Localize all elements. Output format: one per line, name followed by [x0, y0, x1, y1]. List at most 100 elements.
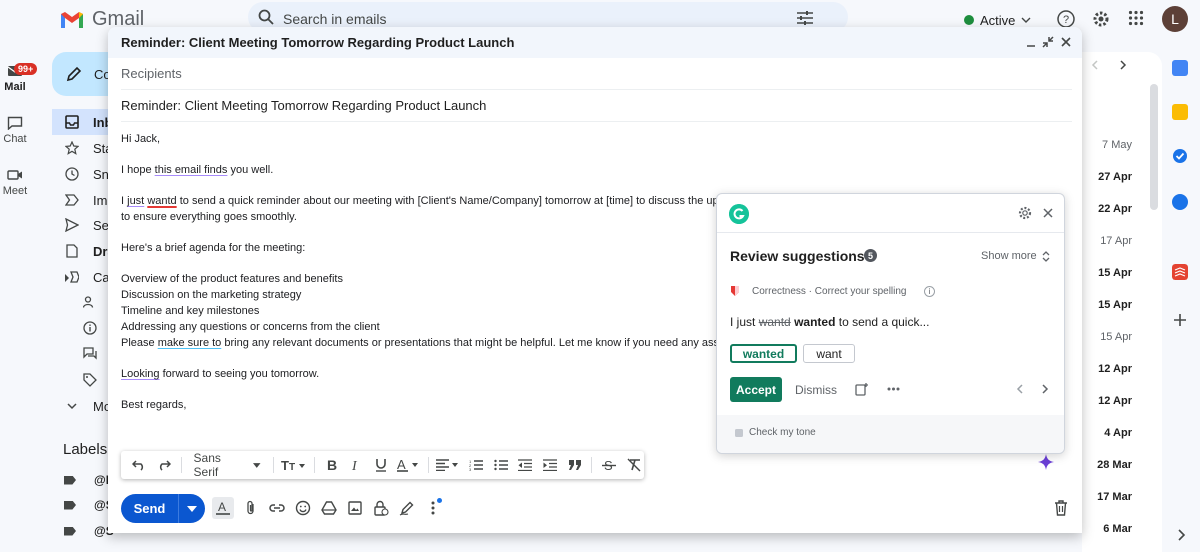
- mail-date: 6 Mar: [1103, 523, 1132, 535]
- grammarly-logo-icon: [729, 204, 749, 224]
- label-item[interactable]: @I: [64, 473, 109, 487]
- chevron-right-icon[interactable]: [1176, 529, 1186, 541]
- subject-field[interactable]: Reminder: Client Meeting Tomorrow Regard…: [121, 90, 1072, 122]
- dismiss-button[interactable]: Dismiss: [795, 383, 837, 397]
- message-body[interactable]: Hi Jack, I hope this email finds you wel…: [121, 131, 748, 413]
- search-options-icon[interactable]: [796, 10, 814, 26]
- check-tone-button[interactable]: Check my tone: [734, 427, 816, 438]
- chevron-left-icon[interactable]: [1016, 384, 1024, 394]
- formatting-options-button[interactable]: A: [212, 497, 234, 519]
- show-more-label: Show more: [981, 250, 1037, 262]
- label-important-icon: [65, 194, 79, 206]
- contacts-icon[interactable]: [1172, 194, 1188, 210]
- label-item[interactable]: @S: [64, 498, 114, 512]
- redo-icon: [160, 460, 172, 471]
- text-run: bring any relevant documents or presenta…: [221, 337, 748, 349]
- add-to-dictionary-icon[interactable]: [855, 382, 869, 396]
- insert-photo-button[interactable]: [346, 499, 364, 517]
- rail-item-mail[interactable]: 99+ Mail: [0, 63, 38, 93]
- greeting-line: Hi Jack,: [121, 133, 161, 145]
- label-tag-icon: [64, 526, 76, 536]
- numbered-list-button[interactable]: 123: [465, 454, 486, 476]
- insert-emoji-button[interactable]: [294, 499, 312, 517]
- subject-input[interactable]: Reminder: Client Meeting Tomorrow Regard…: [121, 98, 486, 113]
- rail-item-meet[interactable]: Meet: [0, 168, 30, 197]
- scrollbar[interactable]: [1150, 84, 1158, 210]
- replacement-option-wanted[interactable]: wanted: [730, 344, 797, 363]
- close-icon[interactable]: [1060, 36, 1072, 48]
- trash-icon[interactable]: [1054, 500, 1068, 516]
- replacement-option-want[interactable]: want: [803, 344, 855, 363]
- show-more-button[interactable]: Show more: [981, 250, 1050, 262]
- italic-button[interactable]: I: [346, 454, 367, 476]
- tasks-icon[interactable]: [1172, 148, 1188, 164]
- minimize-icon[interactable]: [1026, 36, 1036, 48]
- search-input[interactable]: Search in emails: [283, 11, 387, 27]
- send-options-button[interactable]: [179, 494, 205, 523]
- indent-increase-icon: [543, 459, 558, 471]
- numbered-list-icon: 123: [469, 459, 483, 471]
- svg-text:A: A: [218, 500, 226, 514]
- calendar-icon[interactable]: [1172, 60, 1188, 76]
- bulleted-list-button[interactable]: [490, 454, 511, 476]
- grammar-suggestion-underline[interactable]: just: [127, 195, 144, 207]
- insert-drive-button[interactable]: [320, 499, 338, 517]
- chevron-right-icon[interactable]: [1118, 60, 1128, 70]
- settings-icon[interactable]: [1092, 10, 1110, 28]
- font-family-select[interactable]: Sans Serif: [188, 451, 267, 479]
- font-size-button[interactable]: TT: [280, 454, 308, 476]
- emoji-icon: [295, 500, 311, 516]
- apps-grid-icon[interactable]: [1128, 10, 1144, 26]
- bold-button[interactable]: B: [321, 454, 342, 476]
- exit-fullscreen-icon[interactable]: [1042, 36, 1054, 48]
- close-icon[interactable]: [1043, 208, 1053, 218]
- insert-signature-button[interactable]: [398, 499, 416, 517]
- remove-formatting-button[interactable]: [623, 454, 644, 476]
- info-icon[interactable]: i: [924, 286, 935, 297]
- mail-date: 27 Apr: [1098, 171, 1132, 183]
- insert-link-button[interactable]: [268, 499, 286, 517]
- agenda-item: Overview of the product features and ben…: [121, 273, 343, 285]
- indent-less-button[interactable]: [515, 454, 536, 476]
- recipients-field[interactable]: Recipients: [121, 58, 1072, 90]
- add-icon[interactable]: [1172, 312, 1188, 328]
- body-line: to ensure everything goes smoothly.: [121, 211, 297, 223]
- spelling-error-underline[interactable]: wantd: [147, 195, 176, 207]
- label-item[interactable]: @S: [64, 524, 114, 538]
- accept-button[interactable]: Accept: [730, 377, 782, 402]
- indent-more-button[interactable]: [540, 454, 561, 476]
- sparkle-icon[interactable]: [1036, 452, 1056, 472]
- more-horiz-icon[interactable]: [887, 387, 900, 391]
- quote-button[interactable]: [565, 454, 586, 476]
- avatar[interactable]: L: [1162, 6, 1188, 32]
- clarity-suggestion-underline[interactable]: make sure to: [158, 337, 222, 349]
- chevron-left-icon[interactable]: [1090, 60, 1100, 70]
- underline-button[interactable]: [371, 454, 392, 476]
- recipients-input[interactable]: Recipients: [121, 66, 182, 81]
- align-button[interactable]: [435, 454, 461, 476]
- text-format-icon: A: [216, 500, 230, 515]
- body-line: I just wantd to send a quick reminder ab…: [121, 193, 748, 209]
- gear-icon[interactable]: [1018, 206, 1032, 220]
- undo-button[interactable]: [129, 454, 150, 476]
- clear-formatting-icon: [627, 458, 641, 472]
- strikethrough-button[interactable]: S: [598, 454, 619, 476]
- info-icon: [83, 321, 97, 335]
- more-options-button[interactable]: [424, 498, 442, 517]
- attach-file-button[interactable]: [242, 499, 260, 517]
- todoist-icon[interactable]: [1172, 264, 1188, 280]
- confidential-mode-button[interactable]: [372, 499, 390, 517]
- keep-icon[interactable]: [1172, 104, 1188, 120]
- compose-header[interactable]: Reminder: Client Meeting Tomorrow Regard…: [108, 27, 1082, 58]
- text-color-button[interactable]: A: [396, 454, 422, 476]
- help-icon[interactable]: ?: [1057, 10, 1075, 28]
- rail-item-chat[interactable]: Chat: [0, 116, 30, 145]
- redo-button[interactable]: [154, 454, 175, 476]
- chevron-right-icon[interactable]: [1041, 384, 1049, 394]
- svg-text:A: A: [397, 458, 406, 472]
- send-button[interactable]: Send: [121, 494, 179, 523]
- search-icon[interactable]: [258, 9, 274, 25]
- grammar-suggestion-underline[interactable]: this email finds: [155, 164, 228, 176]
- grammar-suggestion-underline[interactable]: Looking: [121, 368, 160, 380]
- chat-icon: [7, 116, 23, 130]
